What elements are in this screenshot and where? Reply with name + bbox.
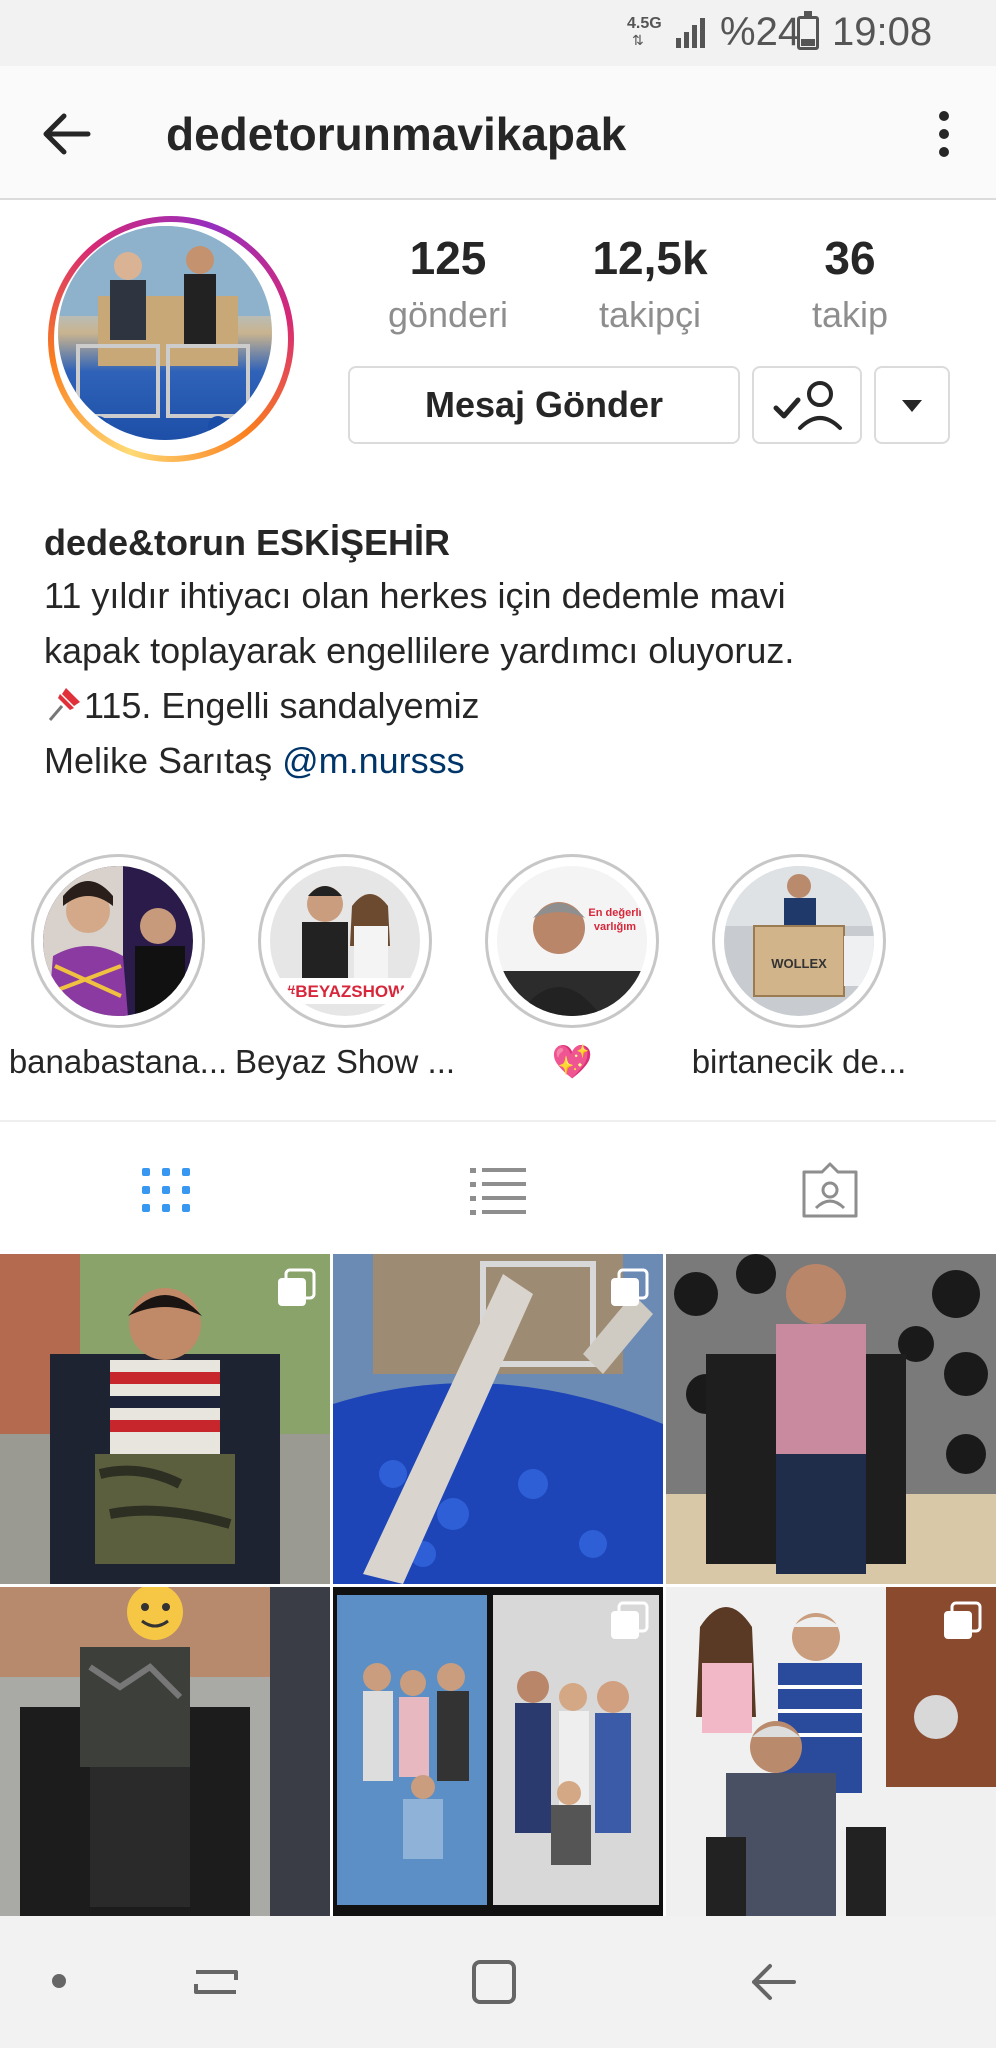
pushpin-icon	[48, 688, 80, 721]
multiple-posts-icon	[611, 1601, 649, 1639]
profile-bio: dede&torun ESKİŞEHİR 11 yıldır ihtiyacı …	[44, 518, 964, 788]
following-button[interactable]	[752, 366, 862, 444]
list-icon[interactable]	[468, 1162, 528, 1218]
svg-text:varlığım: varlığım	[594, 921, 636, 933]
highlight-label: banabastana...	[8, 1043, 228, 1080]
stat-followers-count: 12,5k	[592, 232, 708, 284]
bio-line-3: 115. Engelli sandalyemiz	[44, 678, 964, 733]
highlight-1[interactable]: banabastana...	[5, 854, 231, 1084]
battery-fill	[801, 39, 815, 46]
svg-text:En değerli: En değerli	[588, 907, 641, 919]
profile-avatar[interactable]	[48, 216, 294, 462]
multiple-posts-icon	[278, 1268, 316, 1306]
battery-icon	[797, 11, 819, 50]
post-thumbnail[interactable]	[0, 1254, 330, 1584]
battery-percent: %24	[720, 10, 801, 54]
highlight-cover: En değerli varlığım	[497, 866, 647, 1016]
highlight-cover	[43, 866, 193, 1016]
beyazshow-badge: #BEYAZSHOW	[286, 982, 405, 1001]
post-thumbnail[interactable]	[0, 1587, 330, 1917]
avatar-photo	[58, 226, 272, 440]
bio-credit: Melike Sarıtaş	[44, 740, 283, 781]
posts-grid	[0, 1254, 996, 1917]
suggestions-dropdown-button[interactable]	[874, 366, 950, 444]
profile-tabs	[0, 1120, 996, 1254]
highlight-ring: #BEYAZSHOW	[258, 854, 432, 1028]
stat-followers[interactable]: 12,5k takipçi	[560, 226, 740, 340]
profile-username: dedetorunmavikapak	[166, 108, 627, 160]
network-type: 4.5G	[627, 15, 662, 32]
post-thumbnail[interactable]	[666, 1254, 996, 1584]
message-button[interactable]: Mesaj Gönder	[348, 366, 740, 444]
stat-posts-count: 125	[409, 232, 487, 284]
highlight-ring: WOLLEX	[712, 854, 886, 1028]
stat-followers-label: takipçi	[598, 294, 702, 335]
grid-icon[interactable]	[136, 1162, 196, 1218]
back-icon[interactable]	[746, 1954, 802, 2010]
stat-posts[interactable]: 125 gönderi	[358, 226, 538, 340]
signal-icon	[676, 18, 705, 48]
multiple-posts-icon	[611, 1268, 649, 1306]
highlight-ring	[31, 854, 205, 1028]
post-thumbnail[interactable]	[333, 1587, 663, 1917]
stat-posts-label: gönderi	[387, 294, 509, 335]
highlight-4[interactable]: WOLLEX birtanecik de...	[686, 854, 912, 1084]
home-icon[interactable]	[466, 1954, 522, 2010]
app-header: dedetorunmavikapak	[0, 66, 996, 200]
highlight-cover: WOLLEX	[724, 866, 874, 1016]
data-arrows-icon: ⇅	[632, 32, 644, 48]
highlight-ring: En değerli varlığım	[485, 854, 659, 1028]
person-check-icon	[773, 381, 842, 430]
system-nav-bar	[0, 1916, 996, 2048]
bio-line-2: kapak toplayarak engellilere yardımcı ol…	[44, 630, 795, 671]
highlight-2[interactable]: #BEYAZSHOW Beyaz Show ...	[232, 854, 458, 1084]
highlight-cover: #BEYAZSHOW	[270, 866, 420, 1016]
highlight-label: birtanecik de...	[691, 1043, 907, 1080]
status-bar: 4.5G ⇅ %24 19:08	[0, 0, 996, 66]
recent-apps-icon[interactable]	[188, 1954, 244, 2010]
highlight-label: Beyaz Show ...	[234, 1043, 456, 1080]
highlight-3[interactable]: En değerli varlığım 💖	[459, 854, 685, 1084]
tagged-icon[interactable]	[800, 1162, 860, 1218]
bio-line-3-text: 115. Engelli sandalyemiz	[84, 685, 480, 726]
more-vertical-icon[interactable]	[924, 106, 964, 162]
caret-down-icon	[902, 400, 922, 412]
stat-following[interactable]: 36 takip	[760, 226, 940, 340]
dot-icon[interactable]	[52, 1974, 66, 1988]
post-thumbnail[interactable]	[333, 1254, 663, 1584]
clock: 19:08	[832, 10, 933, 54]
bio-line-4: Melike Sarıtaş @m.nursss	[44, 733, 964, 788]
multiple-posts-icon	[944, 1601, 982, 1639]
highlight-label: 💖	[551, 1043, 593, 1080]
bio-name: dede&torun ESKİŞEHİR	[44, 522, 451, 563]
arrow-left-icon[interactable]	[38, 106, 94, 162]
post-thumbnail[interactable]	[666, 1587, 996, 1917]
bio-mention-link[interactable]: @m.nursss	[282, 740, 465, 781]
wollex-badge: WOLLEX	[771, 956, 827, 971]
stat-following-label: takip	[811, 294, 889, 335]
bio-line-1: 11 yıldır ihtiyacı olan herkes için dede…	[44, 575, 786, 616]
stat-following-count: 36	[824, 232, 876, 284]
